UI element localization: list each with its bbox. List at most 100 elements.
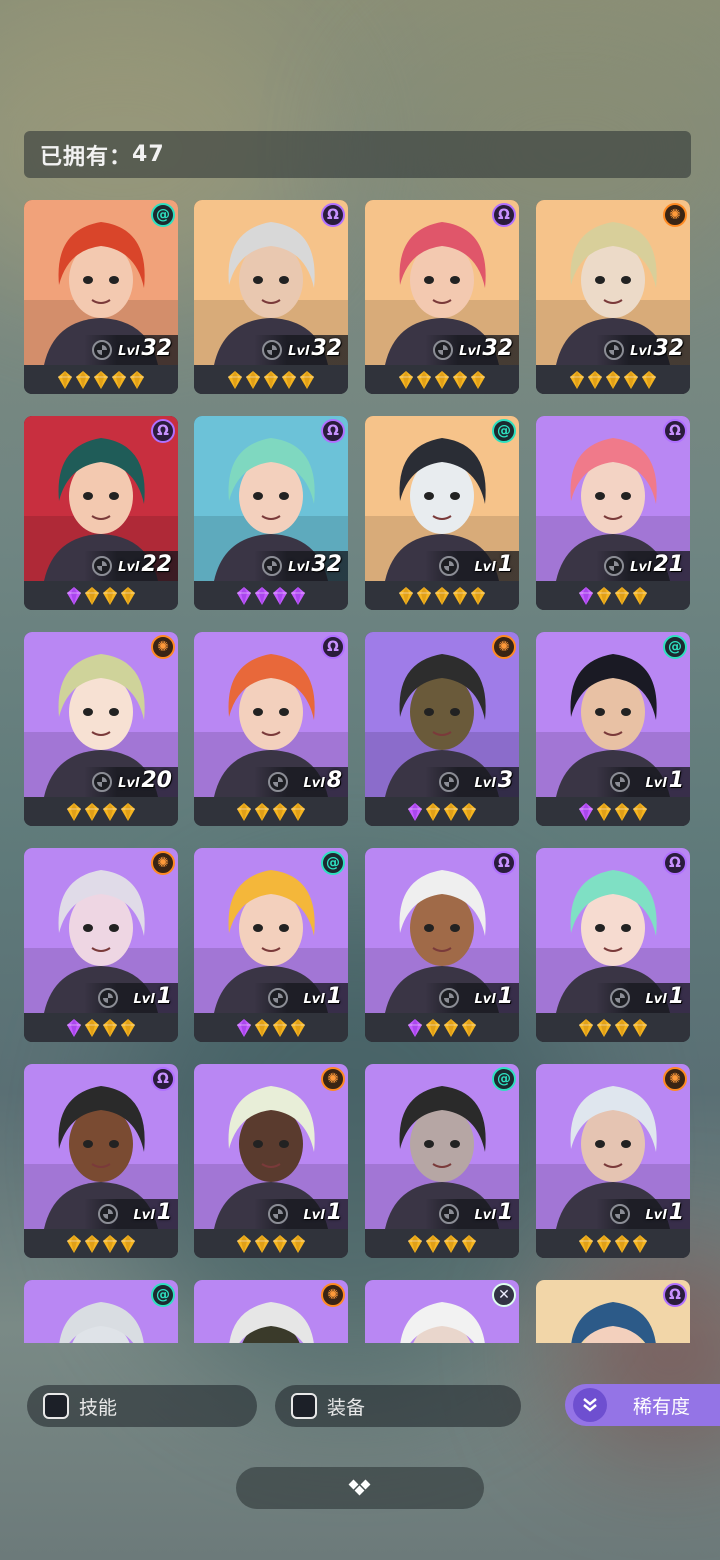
orange-gear-icon: ✺ <box>321 1067 345 1091</box>
level-label: Lvl <box>303 776 325 791</box>
gold-gem-icon <box>85 802 99 821</box>
hero-level: Lvl 8 <box>303 768 342 794</box>
level-number: 22 <box>141 552 172 577</box>
hero-card[interactable]: @ <box>24 1280 178 1343</box>
gold-gem-icon <box>633 1234 647 1253</box>
level-label: Lvl <box>133 1208 155 1223</box>
rarity-sort-button[interactable]: 稀有度 <box>565 1384 720 1426</box>
gold-gem-icon <box>435 370 449 389</box>
teal-swirl-icon: @ <box>492 1067 516 1091</box>
hero-card[interactable]: Ω Lvl 21 <box>536 416 690 610</box>
hero-card[interactable]: Ω <box>536 1280 690 1343</box>
gold-gem-icon <box>597 1018 611 1037</box>
hero-card[interactable]: Ω Lvl 1 <box>24 1064 178 1258</box>
gold-gem-icon <box>103 586 117 605</box>
purple-omega-icon: Ω <box>151 419 175 443</box>
aperture-icon <box>604 340 624 360</box>
star-rating <box>365 797 519 826</box>
gold-gem-icon <box>121 1234 135 1253</box>
hero-card[interactable]: ✺ Lvl 1 <box>24 848 178 1042</box>
hero-card[interactable]: Ω Lvl 22 <box>24 416 178 610</box>
gold-gem-icon <box>471 586 485 605</box>
hero-level: Lvl 1 <box>303 1200 342 1226</box>
gold-gem-icon <box>273 1234 287 1253</box>
aperture-icon <box>268 988 288 1008</box>
hero-card[interactable]: ✺ Lvl 1 <box>536 1064 690 1258</box>
star-rating <box>365 1013 519 1042</box>
hero-card[interactable]: @ Lvl 1 <box>365 416 519 610</box>
owned-count: 47 <box>132 142 165 167</box>
purple-gem-icon <box>273 586 287 605</box>
skill-filter-toggle[interactable]: 技能 <box>27 1385 257 1427</box>
hero-level: Lvl 32 <box>630 336 684 362</box>
gold-gem-icon <box>426 1018 440 1037</box>
gold-gem-icon <box>588 370 602 389</box>
hero-card[interactable]: ✺ Lvl 1 <box>194 1064 348 1258</box>
hero-card[interactable]: @ Lvl 1 <box>365 1064 519 1258</box>
star-rating <box>536 797 690 826</box>
rarity-sort-label: 稀有度 <box>633 1395 691 1418</box>
gold-gem-icon <box>624 370 638 389</box>
gold-gem-icon <box>399 370 413 389</box>
white-x-icon: ✕ <box>492 1283 516 1307</box>
level-label: Lvl <box>118 776 140 791</box>
gold-gem-icon <box>291 802 305 821</box>
star-rating <box>536 365 690 394</box>
hero-card[interactable]: ✕ <box>365 1280 519 1343</box>
level-number: 1 <box>497 1200 513 1225</box>
hero-card[interactable]: Ω Lvl 32 <box>365 200 519 394</box>
orange-gear-icon: ✺ <box>151 635 175 659</box>
gold-gem-icon <box>462 802 476 821</box>
hero-card[interactable]: ✺ Lvl 32 <box>536 200 690 394</box>
aperture-icon <box>92 772 112 792</box>
hero-card[interactable]: Ω Lvl 1 <box>365 848 519 1042</box>
teal-swirl-icon: @ <box>151 1283 175 1307</box>
purple-omega-icon: Ω <box>321 635 345 659</box>
aperture-icon <box>92 340 112 360</box>
purple-gem-icon <box>408 802 422 821</box>
level-label: Lvl <box>474 1208 496 1223</box>
level-label: Lvl <box>474 776 496 791</box>
gold-gem-icon <box>121 802 135 821</box>
gold-gem-icon <box>121 1018 135 1037</box>
hero-card[interactable]: Ω Lvl 32 <box>194 416 348 610</box>
hero-level: Lvl 1 <box>645 768 684 794</box>
star-rating <box>24 797 178 826</box>
hero-card[interactable]: ✺ Lvl 20 <box>24 632 178 826</box>
star-rating <box>194 797 348 826</box>
hero-level: Lvl 32 <box>118 336 172 362</box>
gold-gem-icon <box>435 586 449 605</box>
gold-gem-icon <box>453 586 467 605</box>
hero-card[interactable]: @ Lvl 1 <box>194 848 348 1042</box>
hero-card[interactable]: @ Lvl 32 <box>24 200 178 394</box>
hero-card[interactable]: ✺ Lvl 3 <box>365 632 519 826</box>
purple-omega-icon: Ω <box>663 419 687 443</box>
equipment-checkbox[interactable] <box>291 1393 317 1419</box>
hero-card[interactable]: @ Lvl 1 <box>536 632 690 826</box>
star-rating <box>24 1013 178 1042</box>
collapse-panel-button[interactable] <box>236 1467 484 1509</box>
equipment-filter-toggle[interactable]: 装备 <box>275 1385 521 1427</box>
skill-checkbox[interactable] <box>43 1393 69 1419</box>
gold-gem-icon <box>570 370 584 389</box>
filter-bar: 技能 装备 稀有度 <box>0 1380 720 1435</box>
gold-gem-icon <box>121 586 135 605</box>
gold-gem-icon <box>264 370 278 389</box>
hero-card[interactable]: Ω Lvl 32 <box>194 200 348 394</box>
star-rating <box>24 365 178 394</box>
gold-gem-icon <box>67 1234 81 1253</box>
hero-card[interactable]: Ω Lvl 1 <box>536 848 690 1042</box>
level-number: 1 <box>668 1200 684 1225</box>
gold-gem-icon <box>597 586 611 605</box>
gold-gem-icon <box>291 1234 305 1253</box>
hero-level: Lvl 32 <box>459 336 513 362</box>
gold-gem-icon <box>462 1234 476 1253</box>
purple-gem-icon <box>255 586 269 605</box>
hero-card[interactable]: ✺ <box>194 1280 348 1343</box>
aperture-icon <box>268 1204 288 1224</box>
hero-card[interactable]: Ω Lvl 8 <box>194 632 348 826</box>
level-label: Lvl <box>288 560 310 575</box>
hero-level: Lvl 1 <box>474 984 513 1010</box>
gold-gem-icon <box>291 1018 305 1037</box>
gold-gem-icon <box>85 1234 99 1253</box>
